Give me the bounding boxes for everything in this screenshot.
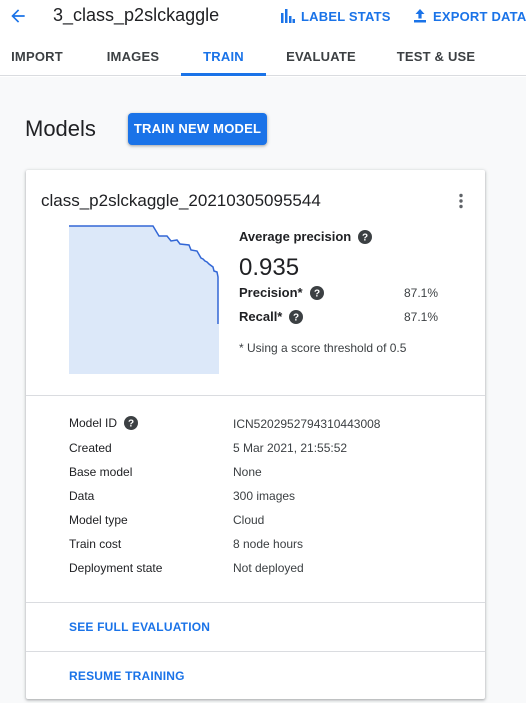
detail-value-deployment-state: Not deployed — [233, 561, 304, 575]
upload-icon — [414, 9, 426, 23]
train-new-model-button[interactable]: TRAIN NEW MODEL — [128, 113, 267, 145]
precision-value: 87.1% — [403, 286, 438, 300]
precision-recall-curve — [69, 225, 219, 374]
recall-text: Recall* — [239, 309, 283, 324]
more-vert-icon[interactable] — [452, 192, 470, 210]
tab-test-and-use[interactable]: TEST & USE — [390, 36, 482, 76]
label-stats-label: LABEL STATS — [301, 8, 391, 24]
average-precision-text: Average precision — [239, 229, 352, 244]
tab-evaluate[interactable]: EVALUATE — [275, 36, 367, 76]
see-full-evaluation-link[interactable]: SEE FULL EVALUATION — [69, 620, 210, 634]
divider — [26, 651, 485, 652]
average-precision-label: Average precision ? — [239, 229, 373, 244]
top-header: 3_class_p2slckaggle LABEL STATS EXPORT D… — [0, 0, 526, 36]
detail-key-model-id: Model ID ? — [69, 416, 139, 430]
precision-label: Precision* ? — [239, 285, 324, 300]
curve-area — [69, 226, 219, 374]
precision-text: Precision* — [239, 285, 303, 300]
detail-value-model-type: Cloud — [233, 513, 265, 527]
divider — [26, 395, 485, 396]
detail-key-base-model: Base model — [69, 465, 133, 479]
help-circle-icon[interactable]: ? — [358, 229, 373, 244]
detail-key-created: Created — [69, 441, 112, 455]
detail-key-label: Model ID — [69, 416, 118, 430]
divider — [26, 602, 485, 603]
page-title: Models — [25, 116, 96, 141]
detail-key-train-cost: Train cost — [69, 537, 122, 551]
bar-chart-icon — [281, 9, 295, 23]
recall-label: Recall* ? — [239, 309, 304, 324]
model-card: class_p2slckaggle_20210305095544 Average… — [26, 170, 485, 699]
tab-train[interactable]: TRAIN — [181, 36, 266, 76]
svg-text:?: ? — [128, 419, 134, 430]
detail-key-deployment-state: Deployment state — [69, 561, 163, 575]
detail-value-model-id: ICN5202952794310443008 — [233, 417, 381, 431]
svg-text:?: ? — [293, 312, 299, 323]
svg-text:?: ? — [314, 288, 320, 299]
tab-import[interactable]: IMPORT — [0, 36, 74, 76]
detail-key-data: Data — [69, 489, 95, 503]
export-data-button[interactable]: EXPORT DATA — [413, 6, 526, 26]
label-stats-button[interactable]: LABEL STATS — [281, 6, 391, 26]
threshold-note: * Using a score threshold of 0.5 — [239, 341, 407, 355]
detail-value-base-model: None — [233, 465, 262, 479]
tab-images[interactable]: IMAGES — [92, 36, 174, 76]
main-content: Models TRAIN NEW MODEL class_p2slckaggle… — [0, 77, 526, 703]
detail-key-model-type: Model type — [69, 513, 128, 527]
help-circle-icon[interactable]: ? — [309, 285, 324, 300]
export-data-label: EXPORT DATA — [433, 8, 526, 24]
resume-training-link[interactable]: RESUME TRAINING — [69, 669, 185, 683]
active-tab-indicator — [181, 73, 266, 76]
model-name: class_p2slckaggle_20210305095544 — [41, 191, 321, 210]
arrow-back-icon[interactable] — [8, 6, 28, 26]
help-circle-icon[interactable]: ? — [289, 309, 304, 324]
detail-value-train-cost: 8 node hours — [233, 537, 304, 551]
detail-value-created: 5 Mar 2021, 21:55:52 — [233, 441, 348, 455]
help-circle-icon[interactable]: ? — [124, 416, 139, 430]
detail-value-data: 300 images — [233, 489, 296, 503]
tab-bar: IMPORT IMAGES TRAIN EVALUATE TEST & USE — [0, 36, 526, 76]
dataset-title: 3_class_p2slckaggle — [53, 5, 220, 25]
average-precision-value: 0.935 — [239, 254, 300, 281]
recall-value: 87.1% — [403, 310, 438, 324]
svg-text:?: ? — [362, 232, 368, 243]
